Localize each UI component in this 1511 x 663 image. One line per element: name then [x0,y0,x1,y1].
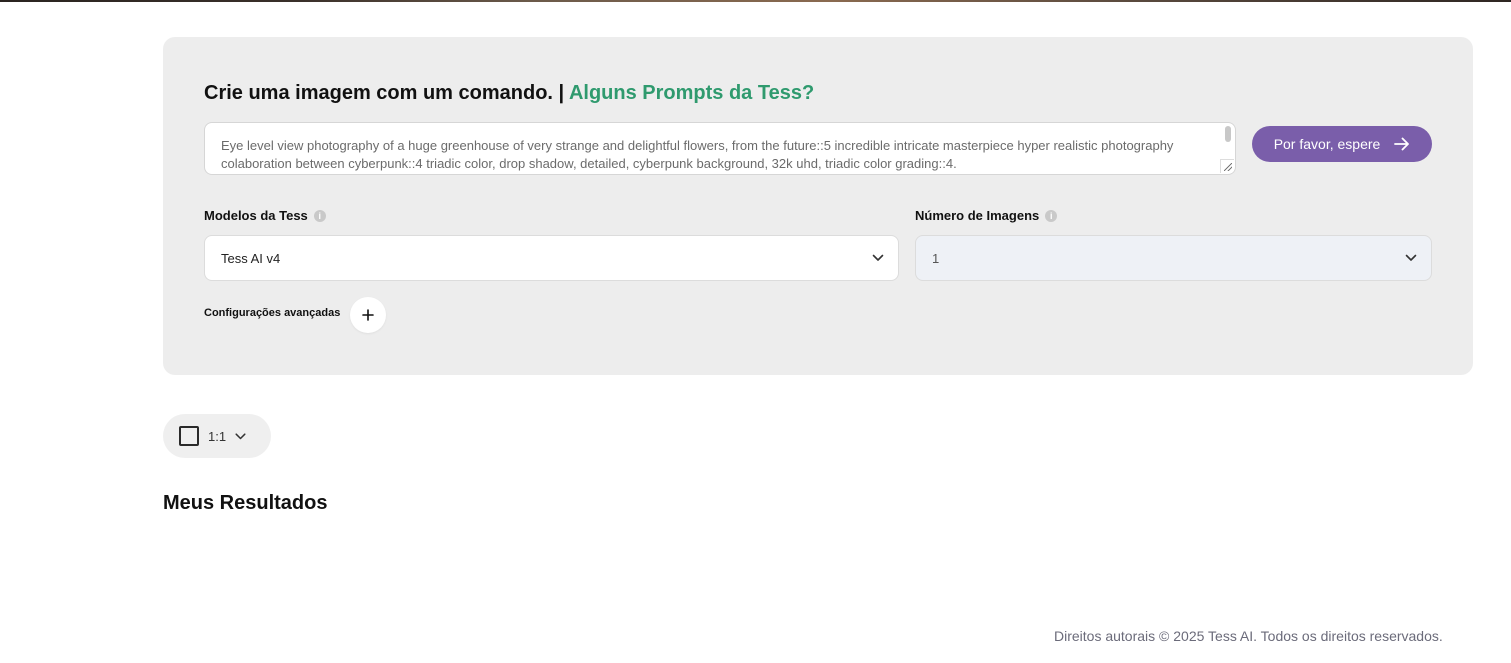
top-banner-strip [0,0,1511,2]
image-count-label: Número de Imagens i [915,208,1058,223]
info-icon[interactable]: i [313,209,326,222]
advanced-settings-toggle[interactable] [350,297,386,333]
page-title: Crie uma imagem com um comando. | Alguns… [204,82,814,105]
models-selected-value: Tess AI v4 [221,250,281,266]
models-select[interactable]: Tess AI v4 [204,235,899,281]
prompt-scrollbar[interactable] [1225,126,1231,142]
results-heading: Meus Resultados [163,492,328,514]
prompt-textarea[interactable]: Eye level view photography of a huge gre… [204,122,1236,175]
image-count-label-text: Número de Imagens [915,208,1040,223]
image-count-select[interactable]: 1 [915,235,1432,281]
image-generator-panel: Crie uma imagem com um comando. | Alguns… [163,37,1473,375]
aspect-ratio-dropdown[interactable]: 1:1 [163,414,271,458]
chevron-down-icon [235,432,246,439]
info-icon[interactable]: i [1045,209,1058,222]
prompts-link[interactable]: Alguns Prompts da Tess? [569,82,814,104]
chevron-down-icon [1405,254,1417,261]
textarea-resize-handle[interactable] [1220,159,1234,173]
square-icon [179,426,199,446]
prompt-text: Eye level view photography of a huge gre… [221,138,1174,171]
advanced-settings-label: Configurações avançadas [204,307,341,319]
submit-label: Por favor, espere [1273,136,1381,152]
submit-button[interactable]: Por favor, espere [1252,126,1432,162]
title-text: Crie uma imagem com um comando. | [204,82,569,104]
models-label: Modelos da Tess i [204,208,326,223]
models-label-text: Modelos da Tess [204,208,308,223]
aspect-ratio-value: 1:1 [208,428,227,444]
arrow-right-icon [1394,137,1410,151]
chevron-down-icon [872,254,884,261]
image-count-selected-value: 1 [932,250,940,266]
footer-copyright: Direitos autorais © 2025 Tess AI. Todos … [1054,628,1443,644]
plus-icon [362,309,374,321]
